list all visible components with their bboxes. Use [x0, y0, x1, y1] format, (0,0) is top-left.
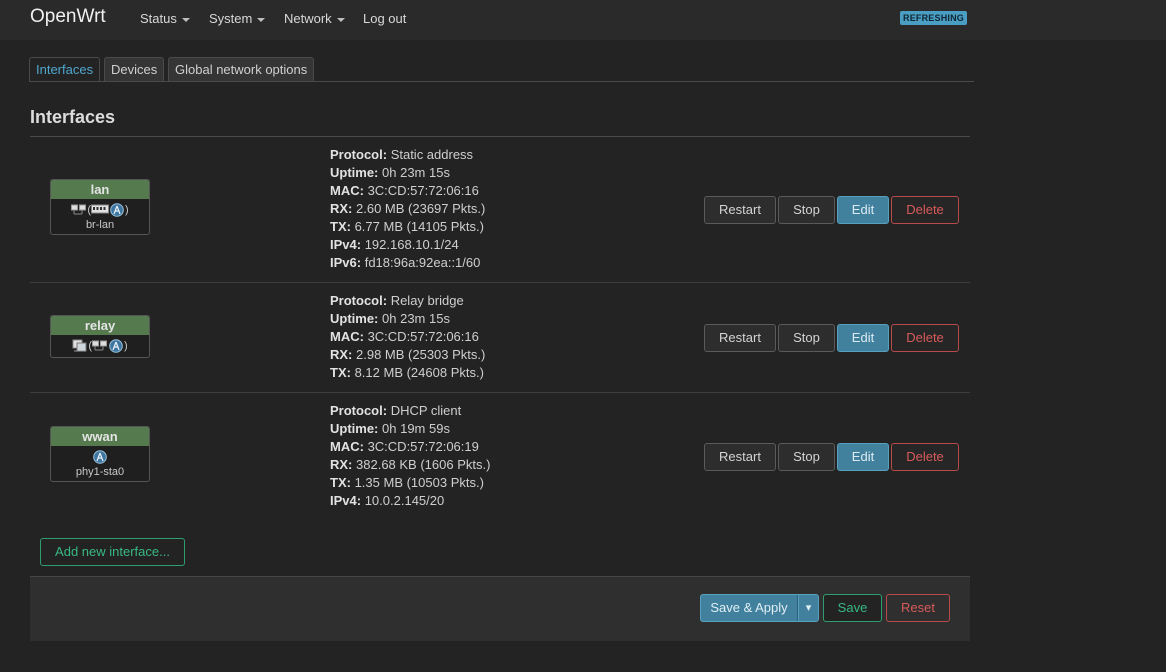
detail-rx: RX: 2.98 MB (25303 Pkts.)	[330, 347, 486, 362]
delete-button-lan[interactable]: Delete	[891, 196, 959, 224]
bridge-icon	[71, 204, 87, 215]
interface-name: relay	[51, 316, 149, 335]
menu-system[interactable]: System	[209, 11, 266, 26]
detail-protocol: Protocol: DHCP client	[330, 403, 462, 418]
chevron-down-icon	[336, 17, 345, 22]
paren-close: )	[124, 340, 128, 352]
device-name: phy1-sta0	[75, 466, 125, 478]
menu-status[interactable]: Status	[140, 11, 190, 26]
interface-details-wwan: Protocol: DHCP client Uptime: 0h 19m 59s…	[330, 402, 490, 510]
row-divider	[30, 282, 970, 283]
stop-button-lan[interactable]: Stop	[778, 196, 835, 224]
switch-icon	[91, 204, 109, 214]
brand-logo[interactable]: OpenWrt	[30, 6, 106, 28]
row-divider	[30, 392, 970, 393]
menu-status-label: Status	[140, 11, 177, 26]
bridge-icon	[92, 340, 107, 351]
detail-uptime: Uptime: 0h 23m 15s	[330, 165, 450, 180]
detail-mac: MAC: 3C:CD:57:72:06:16	[330, 329, 479, 344]
tab-divider	[30, 81, 974, 82]
detail-ipv4: IPv4: 192.168.10.1/24	[330, 237, 459, 252]
save-apply-dropdown-button[interactable]: ▾	[798, 594, 819, 622]
heading-divider	[30, 136, 970, 137]
detail-mac: MAC: 3C:CD:57:72:06:16	[330, 183, 479, 198]
detail-protocol: Protocol: Relay bridge	[330, 293, 464, 308]
page-title: Interfaces	[30, 107, 116, 127]
detail-mac: MAC: 3C:CD:57:72:06:19	[330, 439, 479, 454]
tab-interfaces[interactable]: Interfaces	[29, 57, 101, 82]
detail-ipv4: IPv4: 10.0.2.145/20	[330, 493, 445, 508]
interface-details-lan: Protocol: Static address Uptime: 0h 23m …	[330, 146, 485, 272]
detail-protocol: Protocol: Static address	[330, 147, 474, 162]
stop-button-wwan[interactable]: Stop	[778, 443, 835, 471]
interface-badge-lan: lan () br-lan	[50, 179, 150, 235]
restart-button-relay[interactable]: Restart	[704, 324, 776, 352]
detail-uptime: Uptime: 0h 19m 59s	[330, 421, 450, 436]
relay-icon	[72, 339, 87, 352]
save-button[interactable]: Save	[823, 594, 882, 622]
paren-close: )	[125, 204, 129, 216]
save-apply-button[interactable]: Save & Apply	[700, 594, 798, 622]
detail-rx: RX: 382.68 KB (1606 Pkts.)	[330, 457, 491, 472]
edit-button-wwan[interactable]: Edit	[837, 443, 889, 471]
delete-button-wwan[interactable]: Delete	[891, 443, 959, 471]
interface-badge-wwan: wwan phy1-sta0	[50, 426, 150, 482]
delete-button-relay[interactable]: Delete	[891, 324, 959, 352]
device-name: br-lan	[85, 219, 115, 231]
tab-devices[interactable]: Devices	[104, 57, 165, 81]
edit-button-relay[interactable]: Edit	[837, 324, 889, 352]
interface-name: lan	[51, 180, 149, 199]
interface-badge-relay: relay ()	[50, 315, 150, 358]
detail-tx: TX: 6.77 MB (14105 Pkts.)	[330, 219, 484, 234]
top-navbar: OpenWrt Status System Network Log out RE…	[0, 0, 1166, 40]
wifi-icon	[110, 203, 124, 217]
edit-button-lan[interactable]: Edit	[837, 196, 889, 224]
stop-button-relay[interactable]: Stop	[778, 324, 835, 352]
tab-global-network-options[interactable]: Global network options	[168, 57, 315, 81]
detail-rx: RX: 2.60 MB (23697 Pkts.)	[330, 201, 486, 216]
menu-system-label: System	[209, 11, 253, 26]
add-interface-button[interactable]: Add new interface...	[40, 538, 185, 566]
restart-button-lan[interactable]: Restart	[704, 196, 776, 224]
split-divider	[797, 595, 798, 621]
menu-logout[interactable]: Log out	[363, 11, 406, 26]
interface-name: wwan	[51, 427, 149, 446]
menu-network-label: Network	[284, 11, 332, 26]
detail-uptime: Uptime: 0h 23m 15s	[330, 311, 450, 326]
chevron-down-icon	[257, 17, 266, 22]
menu-network[interactable]: Network	[284, 11, 345, 26]
wifi-icon	[109, 339, 123, 353]
reset-button[interactable]: Reset	[886, 594, 950, 622]
restart-button-wwan[interactable]: Restart	[704, 443, 776, 471]
wifi-icon	[93, 450, 107, 464]
detail-tx: TX: 1.35 MB (10503 Pkts.)	[330, 475, 484, 490]
detail-ipv6: IPv6: fd18:96a:92ea::1/60	[330, 255, 481, 270]
refreshing-badge[interactable]: REFRESHING	[900, 11, 968, 25]
detail-tx: TX: 8.12 MB (24608 Pkts.)	[330, 365, 484, 380]
chevron-down-icon	[181, 17, 190, 22]
interface-details-relay: Protocol: Relay bridge Uptime: 0h 23m 15…	[330, 292, 485, 382]
